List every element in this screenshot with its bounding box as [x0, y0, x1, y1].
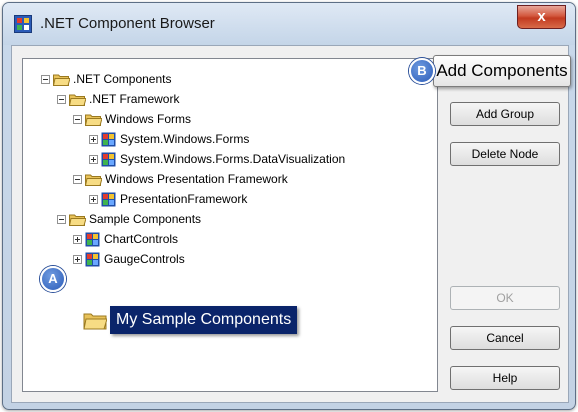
tree-node-label: Windows Forms	[105, 112, 192, 126]
expand-icon[interactable]	[89, 194, 98, 204]
collapse-icon[interactable]	[41, 74, 50, 84]
component-tree[interactable]: .NET Components .NET Framework Windows F…	[22, 58, 438, 392]
expand-icon[interactable]	[89, 134, 98, 144]
add-components-button[interactable]: Add Components	[433, 55, 571, 87]
component-icon	[85, 252, 100, 266]
close-button[interactable]: x	[517, 5, 566, 29]
cancel-button[interactable]: Cancel	[450, 326, 560, 350]
component-icon	[101, 152, 116, 166]
ok-button[interactable]: OK	[450, 286, 560, 310]
close-icon: x	[537, 8, 546, 25]
dialog-body: .NET Components .NET Framework Windows F…	[11, 45, 569, 403]
tree-node-my-sample-components[interactable]: My Sample Components	[110, 306, 298, 334]
app-icon	[14, 15, 32, 33]
tree-node-net-components[interactable]: .NET Components	[41, 69, 172, 89]
folder-icon	[83, 313, 107, 330]
collapse-icon[interactable]	[57, 94, 66, 104]
collapse-icon[interactable]	[57, 214, 66, 224]
help-button[interactable]: Help	[450, 366, 560, 390]
callout-b: B	[409, 58, 435, 84]
tree-node-label: GaugeControls	[104, 252, 185, 266]
tree-node-windows-forms[interactable]: Windows Forms	[73, 109, 191, 129]
tree-node-label: System.Windows.Forms.DataVisualization	[120, 152, 346, 166]
window-title: .NET Component Browser	[40, 15, 215, 32]
add-group-button[interactable]: Add Group	[450, 102, 560, 126]
folder-open-icon	[85, 174, 102, 186]
folder-open-icon	[69, 214, 86, 226]
tree-node-wpf[interactable]: Windows Presentation Framework	[73, 169, 288, 189]
tree-node-label: PresentationFramework	[120, 192, 248, 206]
expand-icon[interactable]	[73, 234, 82, 244]
expand-icon[interactable]	[89, 154, 98, 164]
title-bar[interactable]: .NET Component Browser x	[3, 3, 575, 45]
tree-node-label: System.Windows.Forms	[120, 132, 250, 146]
collapse-icon[interactable]	[73, 174, 82, 184]
tree-node-net-framework[interactable]: .NET Framework	[57, 89, 179, 109]
tree-node-sample-components[interactable]: Sample Components	[57, 209, 201, 229]
tree-node-label: ChartControls	[104, 232, 179, 246]
component-icon	[101, 132, 116, 146]
expand-icon[interactable]	[73, 254, 82, 264]
delete-node-button[interactable]: Delete Node	[450, 142, 560, 166]
tree-node-label: .NET Components	[73, 72, 172, 86]
component-icon	[85, 232, 100, 246]
tree-node-system-windows-forms[interactable]: System.Windows.Forms	[89, 129, 249, 149]
component-browser-window: .NET Component Browser x .NET Components…	[2, 2, 576, 410]
folder-open-icon	[85, 114, 102, 126]
tree-node-presentationframework[interactable]: PresentationFramework	[89, 189, 247, 209]
tree-node-label: Windows Presentation Framework	[105, 172, 288, 186]
component-icon	[101, 192, 116, 206]
tree-node-gaugecontrols[interactable]: GaugeControls	[73, 249, 185, 269]
tree-node-label: .NET Framework	[89, 92, 180, 106]
collapse-icon[interactable]	[73, 114, 82, 124]
folder-open-icon	[53, 74, 70, 86]
tree-node-label: Sample Components	[89, 212, 202, 226]
callout-a: A	[40, 266, 66, 292]
tree-node-chartcontrols[interactable]: ChartControls	[73, 229, 178, 249]
folder-open-icon	[69, 94, 86, 106]
tree-node-datavisualization[interactable]: System.Windows.Forms.DataVisualization	[89, 149, 345, 169]
